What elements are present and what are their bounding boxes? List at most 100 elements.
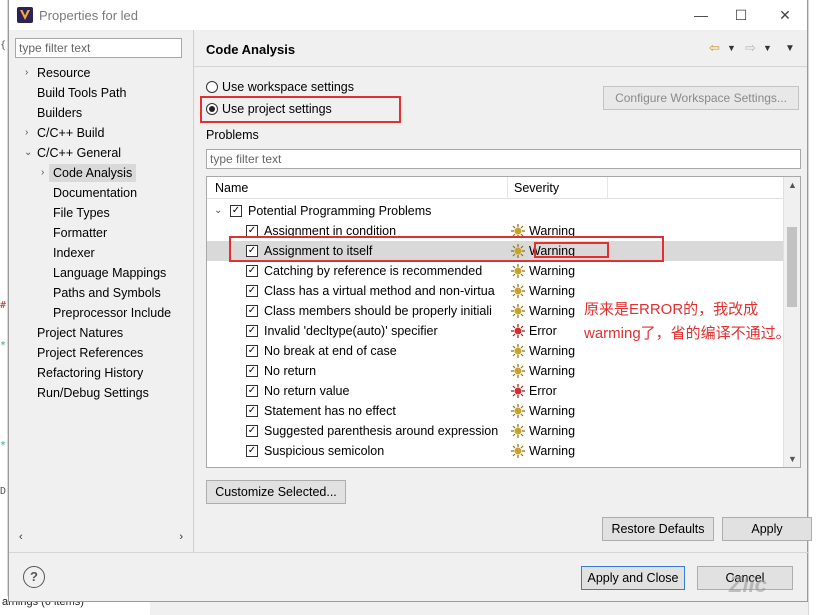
warning-bug-icon: [511, 304, 525, 318]
severity-value[interactable]: Warning: [529, 421, 575, 441]
tree-item-label: Project Natures: [37, 326, 124, 340]
scroll-down-icon[interactable]: ▼: [784, 454, 800, 464]
back-arrow-icon[interactable]: ⇦: [709, 40, 720, 56]
column-separator[interactable]: [607, 177, 608, 199]
tree-item-label: Formatter: [53, 226, 108, 240]
minimize-button[interactable]: —: [689, 4, 713, 26]
tree-item-label: Builders: [37, 106, 83, 120]
column-header-name[interactable]: Name: [215, 181, 248, 195]
severity-value[interactable]: Warning: [529, 301, 575, 321]
expand-icon[interactable]: ›: [25, 124, 35, 142]
checkbox[interactable]: ✓: [246, 365, 258, 377]
properties-dialog: Properties for led — ☐ ✕ type filter tex…: [8, 0, 812, 602]
tree-filter-input[interactable]: type filter text: [15, 38, 182, 58]
back-dropdown-icon[interactable]: ▼: [727, 43, 736, 53]
customize-selected-button[interactable]: Customize Selected...: [206, 480, 346, 504]
checkbox[interactable]: ✓: [246, 405, 258, 417]
forward-arrow-icon[interactable]: ⇨: [745, 40, 756, 56]
workspace-settings-radio[interactable]: Use workspace settings: [206, 78, 354, 96]
severity-value[interactable]: Warning: [529, 361, 575, 381]
warning-bug-icon: [511, 284, 525, 298]
checkbox[interactable]: ✓: [246, 445, 258, 457]
table-group-row[interactable]: ⌄ ✓ Potential Programming Problems: [207, 201, 785, 221]
table-row[interactable]: ✓ Catching by reference is recommended W…: [207, 261, 785, 281]
checkbox[interactable]: ✓: [246, 345, 258, 357]
scroll-left-icon[interactable]: ‹: [19, 531, 23, 543]
scroll-right-icon[interactable]: ›: [179, 531, 183, 543]
scroll-up-icon[interactable]: ▲: [784, 180, 800, 190]
configure-workspace-settings-button[interactable]: Configure Workspace Settings...: [603, 86, 799, 110]
tree-item-label: Paths and Symbols: [53, 286, 161, 300]
rule-name: Class has a virtual method and non-virtu…: [264, 284, 495, 298]
warning-bug-icon: [511, 444, 525, 458]
severity-value[interactable]: Warning: [529, 441, 575, 461]
table-row[interactable]: ✓ No return value Error: [207, 381, 785, 401]
tree-item-label: Refactoring History: [37, 366, 144, 380]
severity-value[interactable]: Warning: [529, 341, 575, 361]
severity-value[interactable]: Warning: [529, 401, 575, 421]
scrollbar-thumb[interactable]: [787, 227, 797, 307]
problems-label: Problems: [206, 128, 259, 142]
tree-item-label: File Types: [53, 206, 110, 220]
checkbox[interactable]: ✓: [246, 305, 258, 317]
rule-name: Statement has no effect: [264, 404, 396, 418]
warning-bug-icon: [511, 344, 525, 358]
column-separator[interactable]: [507, 177, 508, 199]
collapse-icon[interactable]: ⌄: [24, 144, 34, 162]
apply-button[interactable]: Apply: [722, 517, 812, 541]
rule-name: No break at end of case: [264, 344, 397, 358]
checkbox[interactable]: ✓: [246, 265, 258, 277]
page-navigation: ⇦ ▼ ⇨ ▼ ▼: [699, 40, 799, 58]
tree-horizontal-scrollbar[interactable]: ‹ ›: [15, 531, 187, 548]
group-label: Potential Programming Problems: [248, 204, 432, 218]
tree-item-label: Language Mappings: [53, 266, 167, 280]
warning-bug-icon: [511, 424, 525, 438]
rule-name: No return value: [264, 384, 350, 398]
background-editor-left: { # * * D: [0, 0, 8, 615]
table-row[interactable]: ✓ Suggested parenthesis around expressio…: [207, 421, 785, 441]
annotation-note-line2: warming了，省的编译不通过。: [584, 325, 791, 342]
preferences-tree: › Resource Build Tools Path Builders › C…: [15, 64, 193, 534]
restore-defaults-button[interactable]: Restore Defaults: [602, 517, 714, 541]
warning-bug-icon: [511, 364, 525, 378]
apply-and-close-button[interactable]: Apply and Close: [581, 566, 685, 590]
severity-value[interactable]: Error: [529, 321, 557, 341]
problems-filter-input[interactable]: type filter text: [206, 149, 801, 169]
rule-name: Invalid 'decltype(auto)' specifier: [264, 324, 438, 338]
severity-value[interactable]: Warning: [529, 261, 575, 281]
view-menu-icon[interactable]: ▼: [785, 43, 795, 54]
forward-dropdown-icon[interactable]: ▼: [763, 43, 772, 53]
tree-item-label: C/C++ Build: [37, 126, 105, 140]
close-button[interactable]: ✕: [773, 4, 797, 26]
page-title: Code Analysis: [206, 42, 296, 57]
checkbox[interactable]: ✓: [246, 385, 258, 397]
annotation-highlight-box: [200, 96, 401, 123]
tree-item-label: Build Tools Path: [37, 86, 127, 100]
table-row[interactable]: ✓ No break at end of case Warning: [207, 341, 785, 361]
warning-bug-icon: [511, 264, 525, 278]
tree-item-label: C/C++ General: [37, 146, 122, 160]
error-bug-icon: [511, 324, 525, 338]
table-row[interactable]: ✓ Statement has no effect Warning: [207, 401, 785, 421]
checkbox[interactable]: ✓: [246, 325, 258, 337]
collapse-icon[interactable]: ⌄: [214, 201, 222, 221]
expand-icon[interactable]: ›: [25, 64, 35, 82]
checkbox[interactable]: ✓: [246, 425, 258, 437]
checkbox[interactable]: ✓: [246, 285, 258, 297]
table-row[interactable]: ✓ No return Warning: [207, 361, 785, 381]
radio-off-icon[interactable]: [206, 81, 218, 93]
rule-name: Class members should be properly initial…: [264, 304, 492, 318]
column-header-severity[interactable]: Severity: [514, 181, 559, 195]
radio-label: Use workspace settings: [222, 80, 355, 94]
severity-value[interactable]: Warning: [529, 281, 575, 301]
table-header: Name Severity: [207, 177, 785, 199]
checkbox[interactable]: ✓: [230, 205, 242, 217]
help-icon[interactable]: ?: [23, 566, 45, 588]
editor-glyph: *: [0, 440, 7, 451]
tree-item-label: Indexer: [53, 246, 95, 260]
severity-value[interactable]: Error: [529, 381, 557, 401]
maximize-button[interactable]: ☐: [729, 4, 753, 26]
rule-name: No return: [264, 364, 317, 378]
eclipse-app-icon: [17, 7, 33, 23]
table-row[interactable]: ✓ Suspicious semicolon Warning: [207, 441, 785, 461]
